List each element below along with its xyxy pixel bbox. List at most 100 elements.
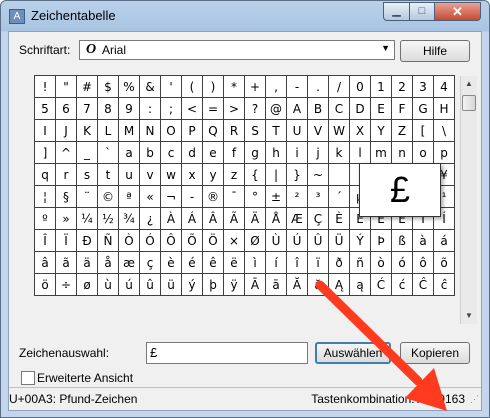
- char-cell[interactable]: ?: [245, 98, 266, 120]
- char-cell[interactable]: ¿: [140, 208, 161, 230]
- char-cell[interactable]: ¼: [77, 208, 98, 230]
- char-cell[interactable]: Á: [182, 208, 203, 230]
- char-cell[interactable]: Â: [203, 208, 224, 230]
- char-cell[interactable]: U: [287, 120, 308, 142]
- char-cell[interactable]: W: [329, 120, 350, 142]
- char-cell[interactable]: E: [371, 98, 392, 120]
- char-cell[interactable]: Ä: [245, 208, 266, 230]
- char-cell[interactable]: P: [182, 120, 203, 142]
- char-cell[interactable]: k: [329, 142, 350, 164]
- char-cell[interactable]: ]: [35, 142, 56, 164]
- char-cell[interactable]: ×: [224, 230, 245, 252]
- char-cell[interactable]: (: [182, 76, 203, 98]
- char-cell[interactable]: §: [56, 186, 77, 208]
- char-cell[interactable]: Ñ: [98, 230, 119, 252]
- char-cell[interactable]: Ă: [287, 274, 308, 296]
- selection-input[interactable]: £: [146, 342, 308, 364]
- char-cell[interactable]: ù: [98, 274, 119, 296]
- char-cell[interactable]: ì: [245, 252, 266, 274]
- char-cell[interactable]: ^: [56, 142, 77, 164]
- char-cell[interactable]: ñ: [350, 252, 371, 274]
- char-cell[interactable]: -: [287, 76, 308, 98]
- char-cell[interactable]: ā: [266, 274, 287, 296]
- char-cell[interactable]: 5: [35, 98, 56, 120]
- char-cell[interactable]: ü: [161, 274, 182, 296]
- char-cell[interactable]: Ü: [329, 230, 350, 252]
- char-cell[interactable]: q: [35, 164, 56, 186]
- char-cell[interactable]: =: [203, 98, 224, 120]
- char-cell[interactable]: x: [182, 164, 203, 186]
- scroll-up-icon[interactable]: ▲: [461, 76, 477, 92]
- char-cell[interactable]: -: [182, 186, 203, 208]
- char-cell[interactable]: ": [56, 76, 77, 98]
- scroll-down-icon[interactable]: ▼: [461, 308, 477, 324]
- char-cell[interactable]: l: [350, 142, 371, 164]
- char-cell[interactable]: z: [224, 164, 245, 186]
- char-cell[interactable]: R: [224, 120, 245, 142]
- char-cell[interactable]: ): [203, 76, 224, 98]
- char-cell[interactable]: Q: [203, 120, 224, 142]
- char-cell[interactable]: ¾: [119, 208, 140, 230]
- title-bar[interactable]: A Zeichentabelle ▁ □ ✕: [1, 1, 489, 31]
- char-cell[interactable]: ú: [119, 274, 140, 296]
- character-grid-scrollbar[interactable]: ▲ ▼: [460, 76, 477, 324]
- char-cell[interactable]: ë: [224, 252, 245, 274]
- char-cell[interactable]: 1: [371, 76, 392, 98]
- char-cell[interactable]: »: [56, 208, 77, 230]
- char-cell[interactable]: õ: [434, 252, 455, 274]
- char-cell[interactable]: ă: [308, 274, 329, 296]
- char-cell[interactable]: L: [98, 120, 119, 142]
- char-cell[interactable]: ò: [371, 252, 392, 274]
- char-cell[interactable]: ô: [413, 252, 434, 274]
- char-cell[interactable]: Ô: [161, 230, 182, 252]
- char-cell[interactable]: î: [287, 252, 308, 274]
- char-cell[interactable]: ±: [266, 186, 287, 208]
- char-cell[interactable]: ®: [203, 186, 224, 208]
- char-cell[interactable]: 2: [392, 76, 413, 98]
- char-cell[interactable]: þ: [203, 274, 224, 296]
- char-cell[interactable]: Ć: [371, 274, 392, 296]
- char-cell[interactable]: v: [140, 164, 161, 186]
- char-cell[interactable]: é: [182, 252, 203, 274]
- char-cell[interactable]: «: [140, 186, 161, 208]
- char-cell[interactable]: ©: [98, 186, 119, 208]
- char-cell[interactable]: +: [245, 76, 266, 98]
- char-cell[interactable]: r: [56, 164, 77, 186]
- char-cell[interactable]: }: [287, 164, 308, 186]
- char-cell[interactable]: a: [119, 142, 140, 164]
- char-cell[interactable]: æ: [119, 252, 140, 274]
- char-cell[interactable]: d: [182, 142, 203, 164]
- char-cell[interactable]: á: [434, 230, 455, 252]
- char-cell[interactable]: Y: [371, 120, 392, 142]
- char-cell[interactable]: Æ: [287, 208, 308, 230]
- char-cell[interactable]: º: [35, 208, 56, 230]
- char-cell[interactable]: [329, 164, 350, 186]
- char-cell[interactable]: ,: [266, 76, 287, 98]
- char-cell[interactable]: ´: [329, 186, 350, 208]
- char-cell[interactable]: ¨: [77, 186, 98, 208]
- char-cell[interactable]: å: [98, 252, 119, 274]
- char-cell[interactable]: `: [98, 142, 119, 164]
- char-cell[interactable]: I: [35, 120, 56, 142]
- char-cell[interactable]: 9: [119, 98, 140, 120]
- char-cell[interactable]: ª: [119, 186, 140, 208]
- select-button[interactable]: Auswählen: [315, 342, 391, 364]
- char-cell[interactable]: Å: [266, 208, 287, 230]
- char-cell[interactable]: o: [413, 142, 434, 164]
- char-cell[interactable]: ï: [308, 252, 329, 274]
- char-cell[interactable]: 6: [56, 98, 77, 120]
- minimize-button[interactable]: ▁: [383, 2, 410, 21]
- char-cell[interactable]: ö: [35, 274, 56, 296]
- char-cell[interactable]: .: [308, 76, 329, 98]
- char-cell[interactable]: #: [77, 76, 98, 98]
- char-cell[interactable]: ê: [203, 252, 224, 274]
- char-cell[interactable]: Û: [308, 230, 329, 252]
- char-cell[interactable]: ó: [392, 252, 413, 274]
- char-cell[interactable]: ¬: [161, 186, 182, 208]
- char-cell[interactable]: b: [140, 142, 161, 164]
- char-cell[interactable]: *: [224, 76, 245, 98]
- char-cell[interactable]: Ð: [77, 230, 98, 252]
- char-cell[interactable]: j: [308, 142, 329, 164]
- char-cell[interactable]: F: [392, 98, 413, 120]
- char-cell[interactable]: V: [308, 120, 329, 142]
